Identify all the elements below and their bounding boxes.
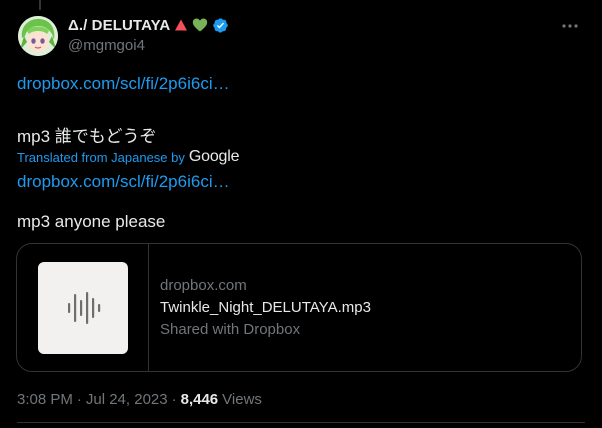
audio-waveform-icon xyxy=(68,292,101,324)
dropbox-link-original[interactable]: dropbox.com/scl/fi/2p6i6ci… xyxy=(17,74,230,94)
translated-from-label: Translated from Japanese by xyxy=(17,149,185,165)
tweet-original-text: mp3 誰でもどうぞ xyxy=(17,127,157,146)
name-row: Δ./ DELUTAYA xyxy=(68,15,229,35)
link-preview-card[interactable]: dropbox.com Twinkle_Night_DELUTAYA.mp3 S… xyxy=(16,243,582,372)
meta-separator: · xyxy=(76,391,82,408)
tweet-time[interactable]: 3:08 PM xyxy=(17,391,73,408)
tweet-metadata: 3:08 PM · Jul 24, 2023 · 8,446 Views xyxy=(17,391,262,408)
card-thumbnail xyxy=(17,244,149,371)
thread-connector-line xyxy=(39,0,41,10)
more-options-button[interactable] xyxy=(560,16,580,36)
google-logo: Google xyxy=(188,148,240,165)
meta-separator: · xyxy=(171,391,177,408)
verified-badge-icon[interactable] xyxy=(212,17,229,34)
file-preview-box xyxy=(38,262,128,354)
views-count: 8,446 xyxy=(180,391,219,408)
card-domain: dropbox.com xyxy=(160,277,247,294)
tweet-header: Δ./ DELUTAYA @mgmgoi4 xyxy=(68,15,229,54)
avatar-image xyxy=(18,16,58,56)
divider xyxy=(17,422,585,423)
tweet-translated-text: mp3 anyone please xyxy=(17,212,166,231)
tweet-date[interactable]: Jul 24, 2023 xyxy=(86,391,168,408)
views-label: Views xyxy=(222,391,262,408)
user-handle[interactable]: @mgmgoi4 xyxy=(68,37,229,54)
display-name[interactable]: Δ./ DELUTAYA xyxy=(68,17,170,34)
red-triangle-emoji-icon xyxy=(174,18,188,32)
dropbox-link-translated[interactable]: dropbox.com/scl/fi/2p6i6ci… xyxy=(17,172,230,192)
translation-attribution[interactable]: Translated from Japanese by Google xyxy=(17,148,239,166)
card-title: Twinkle_Night_DELUTAYA.mp3 xyxy=(160,299,371,316)
avatar[interactable] xyxy=(18,16,58,56)
green-heart-emoji-icon xyxy=(192,17,208,33)
more-options-icon xyxy=(562,24,578,28)
card-description: Shared with Dropbox xyxy=(160,321,301,338)
